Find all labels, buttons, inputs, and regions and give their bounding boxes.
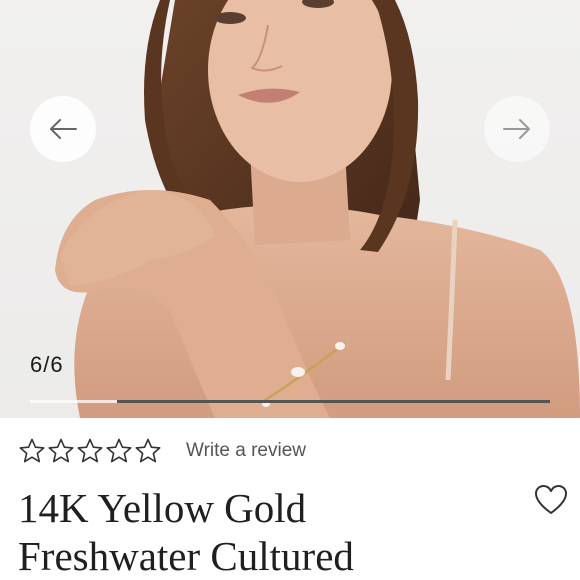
rating-row: Write a review [18, 437, 306, 465]
next-image-button[interactable] [484, 96, 550, 162]
product-title-line-2: Freshwater Cultured [18, 533, 354, 579]
star-icon[interactable] [18, 437, 46, 465]
product-title-line-1: 14K Yellow Gold [18, 485, 307, 531]
star-icon[interactable] [134, 437, 162, 465]
gallery-progress-fill [116, 400, 550, 403]
gallery-progress-track [30, 400, 550, 403]
arrow-right-icon [503, 119, 530, 139]
write-review-link[interactable]: Write a review [186, 440, 306, 462]
star-icon[interactable] [76, 437, 104, 465]
image-counter: 6/6 [30, 352, 64, 378]
product-photo [55, 0, 580, 418]
product-title: 14K Yellow Gold Freshwater Cultured [18, 484, 518, 580]
image-counter-total: 6 [50, 352, 64, 377]
arrow-left-icon [50, 119, 77, 139]
wishlist-button[interactable] [534, 484, 568, 516]
product-image-gallery[interactable]: 6/6 [0, 0, 580, 418]
star-icon[interactable] [47, 437, 75, 465]
previous-image-button[interactable] [30, 96, 96, 162]
image-counter-current: 6 [30, 352, 44, 377]
star-rating[interactable] [18, 437, 162, 465]
heart-icon [535, 485, 567, 514]
star-icon[interactable] [105, 437, 133, 465]
